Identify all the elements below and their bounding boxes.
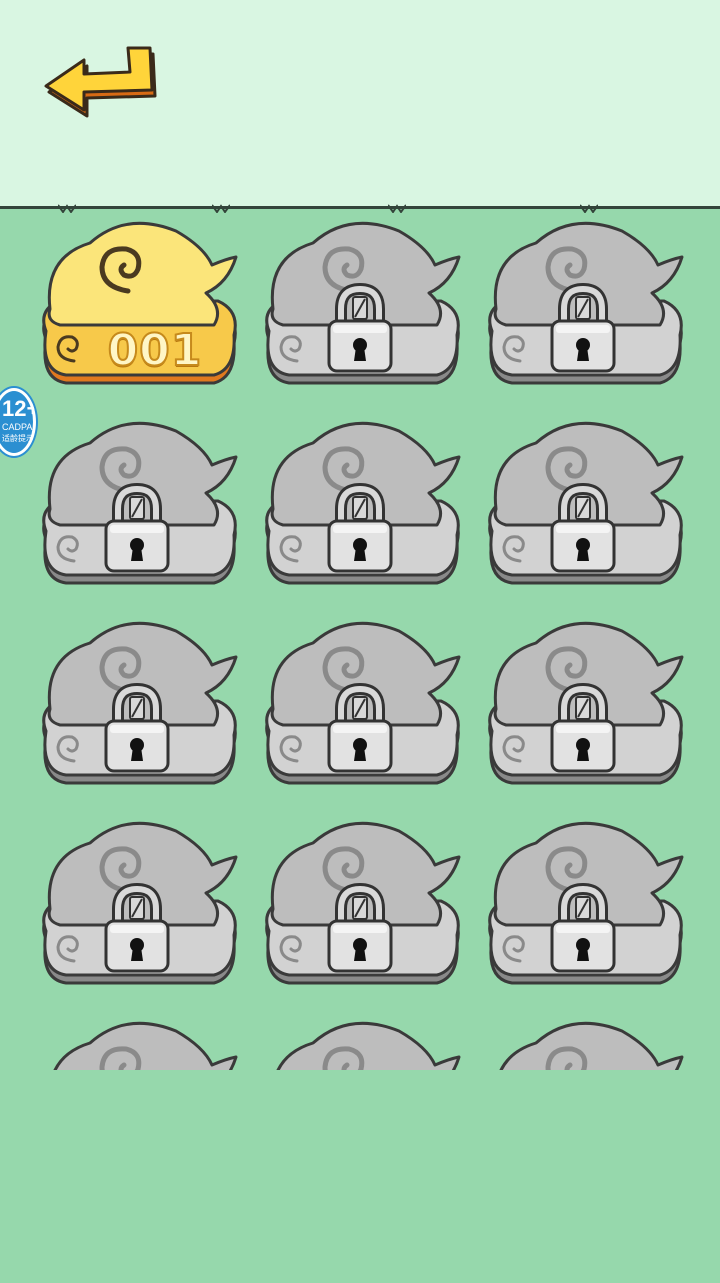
cloud-icon: [53, 1021, 238, 1070]
locked-level-tile[interactable]: [36, 813, 240, 993]
locked-level-tile[interactable]: [259, 1013, 463, 1070]
locked-level-tile[interactable]: [259, 213, 463, 393]
lock-icon: [102, 682, 172, 775]
age-rating-org: CADPA: [2, 422, 33, 432]
locked-level-tile[interactable]: [36, 613, 240, 793]
level-tile[interactable]: 001: [36, 213, 240, 393]
level-board: 001: [0, 204, 720, 1283]
cloud-icon: [276, 1021, 461, 1070]
lock-icon: [102, 882, 172, 975]
back-button[interactable]: [38, 40, 160, 122]
cloud-icon: [499, 1021, 684, 1070]
top-bar: [0, 0, 720, 208]
locked-level-tile[interactable]: [259, 813, 463, 993]
locked-level-tile[interactable]: [259, 613, 463, 793]
locked-level-tile[interactable]: [482, 613, 686, 793]
lock-icon: [325, 682, 395, 775]
locked-level-tile[interactable]: [482, 413, 686, 593]
locked-level-tile[interactable]: [482, 1013, 686, 1070]
locked-level-tile[interactable]: [36, 1013, 240, 1070]
locked-level-tile[interactable]: [259, 413, 463, 593]
locked-level-tile[interactable]: [36, 413, 240, 593]
lock-icon: [102, 482, 172, 575]
lock-icon: [548, 482, 618, 575]
level-number: 001: [107, 324, 203, 377]
lock-icon: [548, 282, 618, 375]
lock-icon: [325, 882, 395, 975]
age-rating-text: 12+: [2, 396, 38, 421]
level-grid: 001: [0, 209, 720, 1070]
locked-level-tile[interactable]: [482, 813, 686, 993]
lock-icon: [325, 482, 395, 575]
lock-icon: [548, 882, 618, 975]
lock-icon: [548, 682, 618, 775]
lock-icon: [325, 282, 395, 375]
back-arrow-icon: [44, 46, 157, 118]
age-rating-note: 适龄提示: [2, 434, 34, 443]
locked-level-tile[interactable]: [482, 213, 686, 393]
